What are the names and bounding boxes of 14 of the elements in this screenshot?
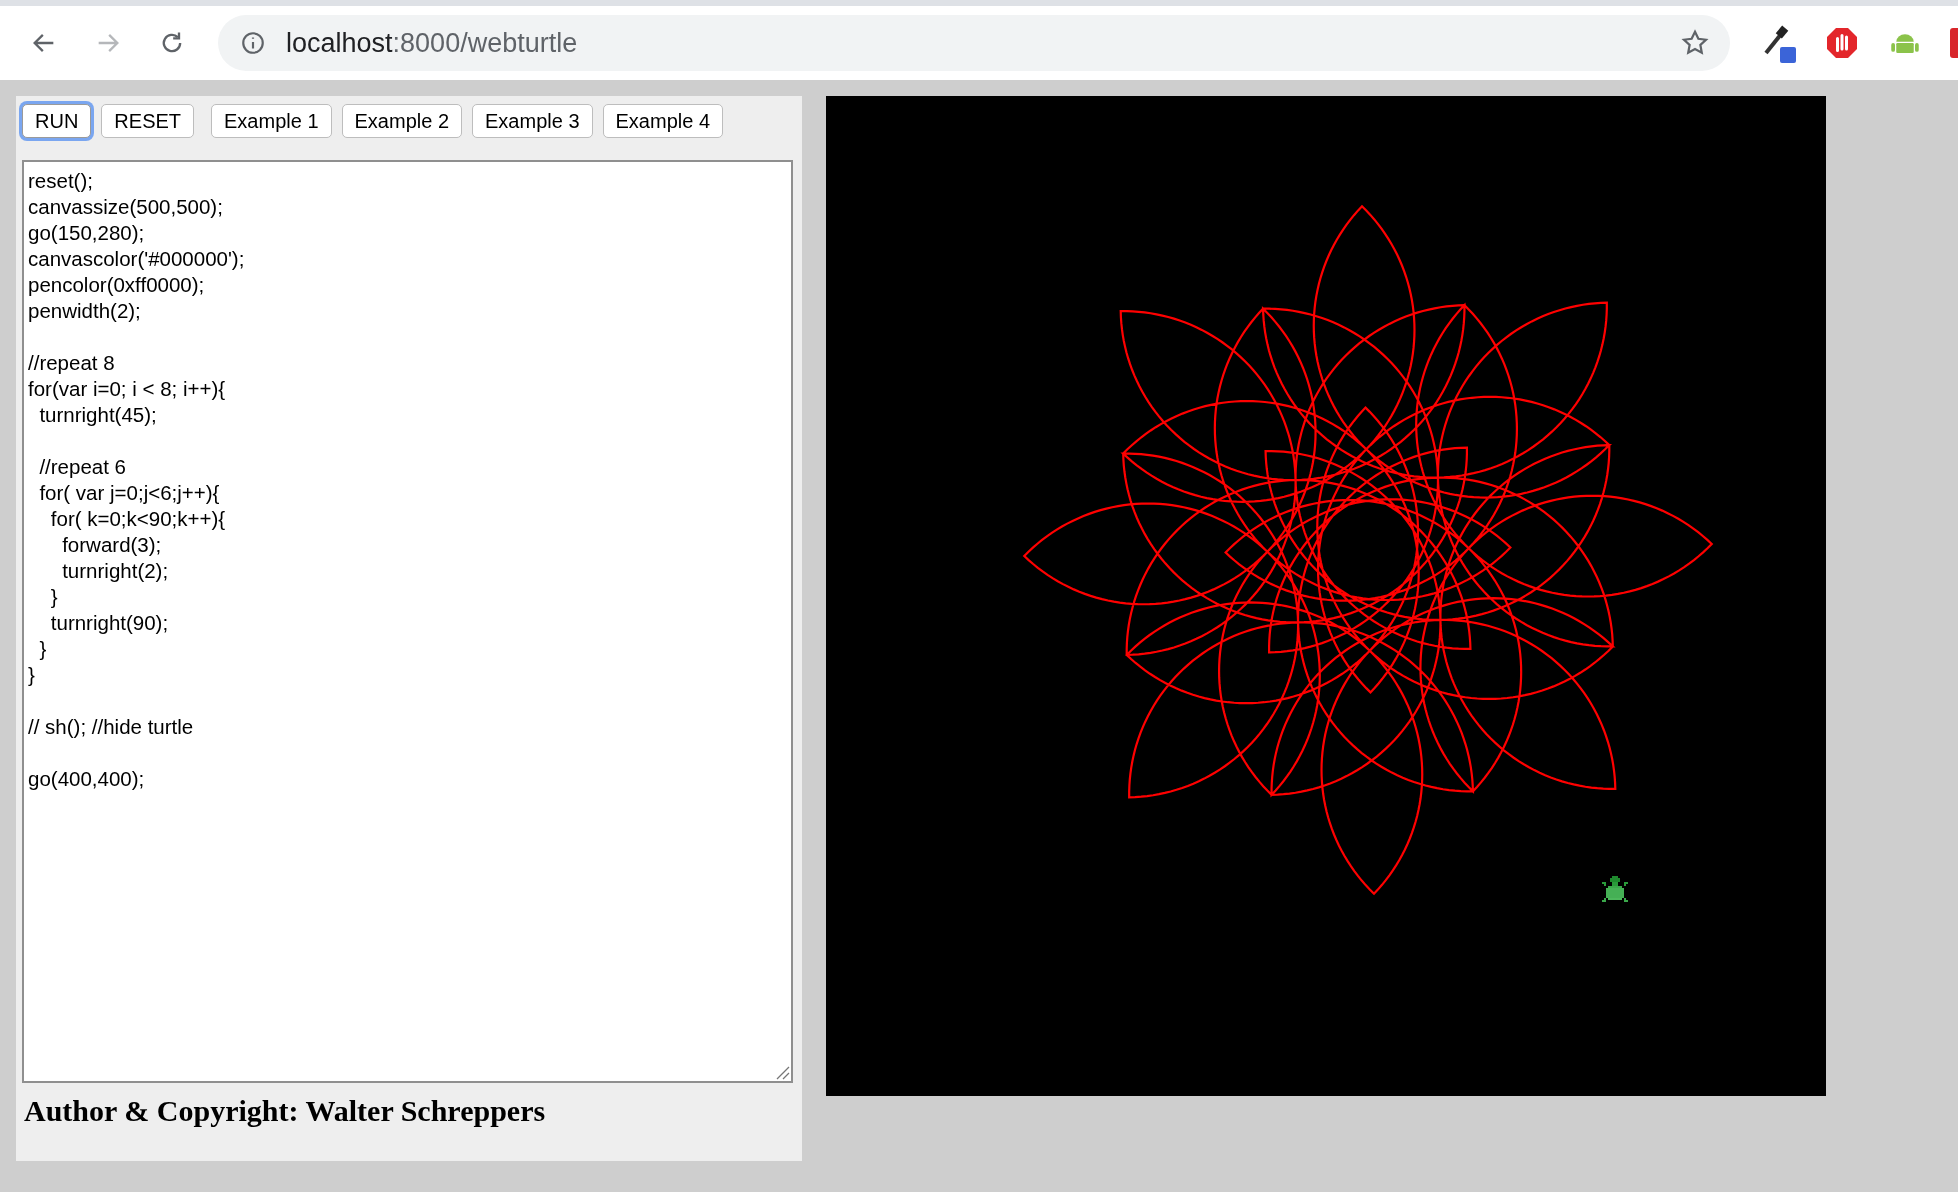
stop-hand-icon[interactable] <box>1824 25 1860 61</box>
resize-handle-icon[interactable] <box>774 1064 790 1080</box>
toolbar-button[interactable]: Example 2 <box>341 104 463 138</box>
toolbar-button[interactable]: Example 3 <box>472 104 593 138</box>
toolbar-button[interactable]: Example 4 <box>602 104 724 138</box>
info-icon[interactable] <box>240 30 266 56</box>
address-bar[interactable]: localhost:8000/webturtle <box>218 15 1730 71</box>
turtle-icon <box>1602 876 1628 902</box>
code-editor[interactable]: reset(); canvassize(500,500); go(150,280); canvascolor('#000000'); pencolor(0xff0000); penwidth(2); //repeat 8 for(var i=0; i < 8; i++){ turnright(45); //repeat 6 for( var j=0;j<6;j++){ for( k=0;k<90;k++){ forward(3); turnright(2); } turnright(90); } } // sh(); //hide turtle go(400,400); <box>22 160 793 1083</box>
toolbar-button[interactable]: RESET <box>101 104 195 138</box>
toolbar-button[interactable]: RUN <box>22 104 92 138</box>
url-text: localhost:8000/webturtle <box>286 26 578 60</box>
author-copyright-heading: Author & Copyright: Walter Schreppers <box>24 1093 547 1129</box>
toolbar-button[interactable]: Example 1 <box>211 104 332 138</box>
